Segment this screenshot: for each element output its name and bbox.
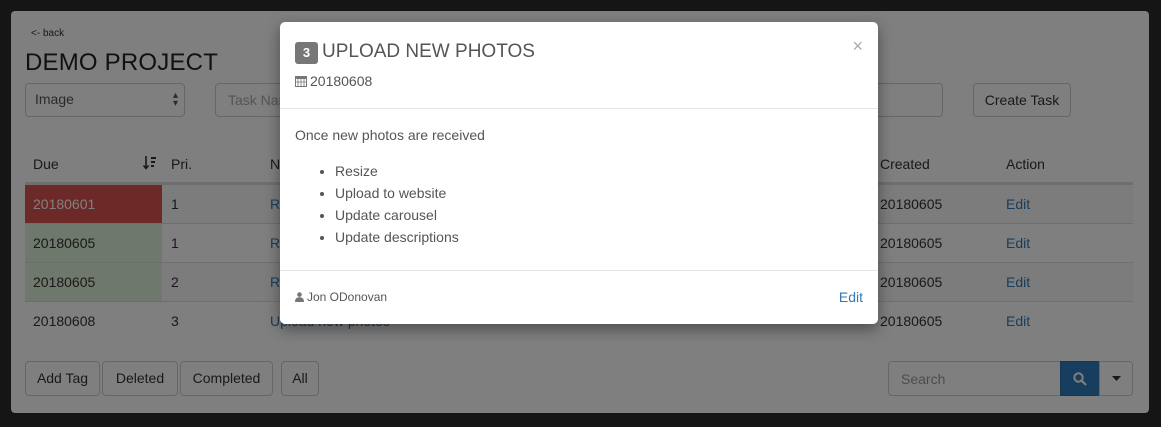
modal-body: Once new photos are received Resize Uplo… [280, 109, 878, 271]
user-icon [295, 292, 304, 302]
task-description: Once new photos are received [295, 127, 485, 143]
task-checklist: Resize Upload to website Update carousel… [320, 160, 459, 248]
author-name: Jon ODonovan [307, 290, 388, 304]
modal-due-date: 20180608 [295, 73, 372, 89]
modal-footer: Jon ODonovan Edit [280, 271, 878, 323]
task-author: Jon ODonovan [295, 290, 387, 304]
list-item: Resize [335, 160, 459, 182]
modal-edit-link[interactable]: Edit [839, 289, 863, 305]
list-item: Upload to website [335, 182, 459, 204]
close-icon[interactable]: × [852, 36, 863, 57]
calendar-icon [295, 76, 307, 87]
modal-header: 3 UPLOAD NEW PHOTOS × 20180608 [280, 22, 878, 109]
priority-badge: 3 [295, 42, 318, 64]
modal-title: UPLOAD NEW PHOTOS [322, 41, 535, 62]
list-item: Update carousel [335, 204, 459, 226]
task-detail-modal: 3 UPLOAD NEW PHOTOS × 20180608 Once new … [280, 22, 878, 324]
list-item: Update descriptions [335, 226, 459, 248]
due-date-text: 20180608 [310, 73, 373, 89]
